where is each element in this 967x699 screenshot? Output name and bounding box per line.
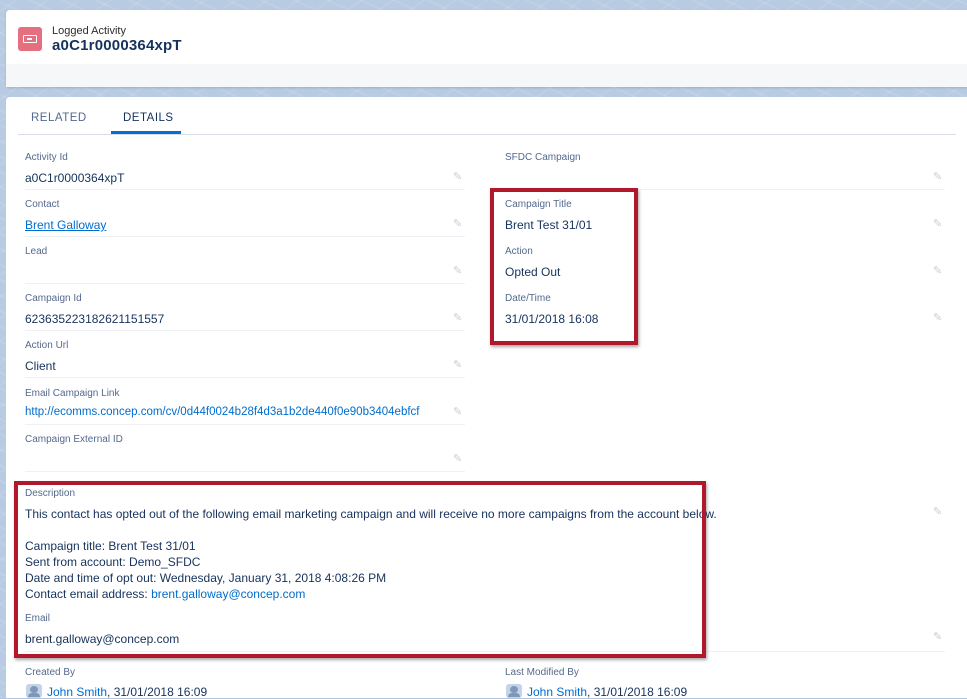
email-campaign-link[interactable]: http://ecomms.concep.com/cv/0d44f0024b28… — [25, 406, 420, 418]
email-campaign-link-label: Email Campaign Link — [25, 388, 120, 399]
edit-date-time-pencil-icon[interactable]: ✎ — [933, 312, 945, 324]
edit-campaign-id-pencil-icon[interactable]: ✎ — [453, 312, 465, 324]
field-divider — [25, 471, 465, 472]
contact-link[interactable]: Brent Galloway — [25, 218, 106, 232]
campaign-external-id-label: Campaign External ID — [25, 434, 123, 445]
edit-description-pencil-icon[interactable]: ✎ — [933, 506, 945, 518]
avatar-icon — [506, 684, 522, 698]
field-divider — [25, 377, 465, 378]
campaign-id-label: Campaign Id — [25, 293, 82, 304]
action-url-value: Client — [25, 359, 56, 373]
tab-related[interactable]: RELATED — [31, 112, 87, 124]
field-divider — [25, 330, 465, 331]
activity-id-value: a0C1r0000364xpT — [25, 171, 125, 185]
object-type-label: Logged Activity — [52, 25, 126, 37]
record-title: a0C1r0000364xpT — [52, 37, 182, 54]
edit-email-pencil-icon[interactable]: ✎ — [933, 631, 945, 643]
field-divider — [25, 283, 465, 284]
campaign-id-value: 623635223182621151557 — [25, 312, 165, 326]
edit-contact-pencil-icon[interactable]: ✎ — [453, 218, 465, 230]
campaign-details-highlight — [490, 188, 638, 345]
last-modified-by-date: , 31/01/2018 16:09 — [587, 685, 688, 699]
edit-sfdc-campaign-pencil-icon[interactable]: ✎ — [933, 171, 945, 183]
action-url-label: Action Url — [25, 340, 69, 351]
created-by-date: , 31/01/2018 16:09 — [107, 685, 208, 699]
last-modified-by-user-link[interactable]: John Smith — [527, 685, 587, 699]
field-divider — [25, 424, 465, 425]
sfdc-campaign-label: SFDC Campaign — [505, 152, 581, 163]
created-by-label: Created By — [25, 667, 76, 678]
contact-label: Contact — [25, 199, 60, 210]
edit-activity-id-pencil-icon[interactable]: ✎ — [453, 171, 465, 183]
edit-email-campaign-link-pencil-icon[interactable]: ✎ — [453, 406, 465, 418]
field-divider — [25, 189, 465, 190]
edit-campaign-title-pencil-icon[interactable]: ✎ — [933, 218, 945, 230]
header-strip — [6, 64, 967, 87]
tab-details[interactable]: DETAILS — [123, 112, 174, 124]
field-divider — [25, 236, 465, 237]
edit-lead-pencil-icon[interactable]: ✎ — [453, 265, 465, 277]
edit-campaign-external-id-pencil-icon[interactable]: ✎ — [453, 453, 465, 465]
last-modified-by-label: Last Modified By — [505, 667, 579, 678]
last-modified-by-value: John Smith, 31/01/2018 16:09 — [527, 685, 687, 699]
active-tab-indicator — [111, 131, 181, 134]
description-highlight — [14, 481, 706, 658]
created-by-value: John Smith, 31/01/2018 16:09 — [47, 685, 207, 699]
created-by-user-link[interactable]: John Smith — [47, 685, 107, 699]
edit-action-pencil-icon[interactable]: ✎ — [933, 265, 945, 277]
avatar-icon — [26, 684, 42, 698]
lead-label: Lead — [25, 246, 48, 257]
logged-activity-icon — [18, 27, 42, 51]
edit-action-url-pencil-icon[interactable]: ✎ — [453, 359, 465, 371]
activity-id-label: Activity Id — [25, 152, 68, 163]
